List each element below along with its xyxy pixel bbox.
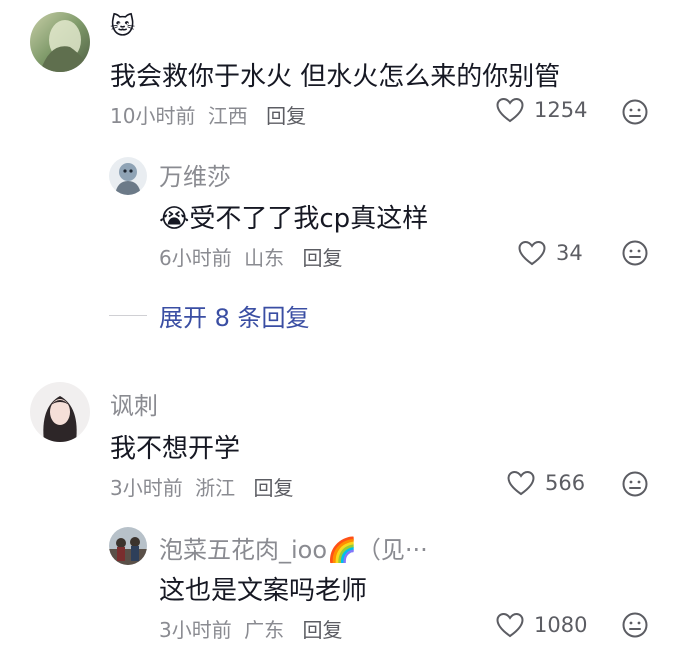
reply-meta: 3小时前 广东 回复 — [159, 614, 342, 643]
like-count: 566 — [545, 471, 586, 495]
like-button[interactable]: 34 — [518, 240, 583, 266]
reply-text: 这也是文案吗老师 — [159, 576, 368, 606]
dislike-button[interactable] — [622, 612, 648, 638]
frown-face-icon — [622, 99, 648, 125]
like-count: 1080 — [534, 613, 588, 637]
reply-time: 6小时前 — [159, 246, 232, 270]
like-button[interactable]: 566 — [507, 470, 585, 496]
reply-meta: 6小时前 山东 回复 — [159, 242, 342, 271]
reply-text: 😭受不了了我cp真这样 — [159, 198, 428, 235]
comment-location: 江西 — [207, 104, 248, 128]
comment-meta: 3小时前 浙江 回复 — [110, 472, 293, 501]
reply-button[interactable]: 回复 — [266, 104, 306, 128]
reply-time: 3小时前 — [159, 618, 232, 642]
frown-face-icon — [622, 471, 648, 497]
comment-meta: 10小时前 江西 回复 — [110, 100, 306, 129]
avatar[interactable] — [30, 12, 90, 72]
reply-button[interactable]: 回复 — [302, 246, 342, 270]
comment-text: 我会救你于水火 但水火怎么来的你别管 — [110, 62, 561, 92]
expand-replies-label: 展开 8 条回复 — [159, 304, 310, 332]
user-name[interactable]: 泡菜五花肉_ioo🌈（见··· — [159, 530, 428, 565]
reply-button[interactable]: 回复 — [253, 476, 293, 500]
expand-replies-button[interactable]: 展开 8 条回复 — [109, 298, 310, 333]
user-name[interactable]: 讽刺 — [110, 386, 158, 421]
heart-outline-icon — [518, 240, 546, 266]
like-button[interactable]: 1080 — [496, 612, 587, 638]
comment-time: 10小时前 — [110, 104, 196, 128]
reply-location: 山东 — [244, 246, 285, 270]
frown-face-icon — [622, 240, 648, 266]
heart-outline-icon — [496, 97, 524, 123]
reply-emoji: 😭 — [159, 204, 190, 234]
avatar[interactable] — [109, 157, 147, 195]
comment-text: 我不想开学 — [110, 434, 241, 464]
comment-time: 3小时前 — [110, 476, 183, 500]
avatar[interactable] — [30, 382, 90, 442]
frown-face-icon — [622, 612, 648, 638]
like-count: 34 — [556, 241, 583, 265]
dislike-button[interactable] — [622, 240, 648, 266]
heart-outline-icon — [507, 470, 535, 496]
reply-text-body: 受不了了我cp真这样 — [189, 204, 429, 234]
avatar[interactable] — [109, 527, 147, 565]
divider — [109, 315, 147, 316]
dislike-button[interactable] — [622, 471, 648, 497]
user-name[interactable]: 万维莎 — [159, 157, 231, 192]
like-count: 1254 — [534, 98, 588, 122]
reply-location: 广东 — [244, 618, 285, 642]
heart-outline-icon — [496, 612, 524, 638]
name-emoji: 🐱 — [110, 12, 136, 40]
like-button[interactable]: 1254 — [496, 97, 587, 123]
comment-location: 浙江 — [195, 476, 236, 500]
dislike-button[interactable] — [622, 99, 648, 125]
reply-button[interactable]: 回复 — [302, 618, 342, 642]
